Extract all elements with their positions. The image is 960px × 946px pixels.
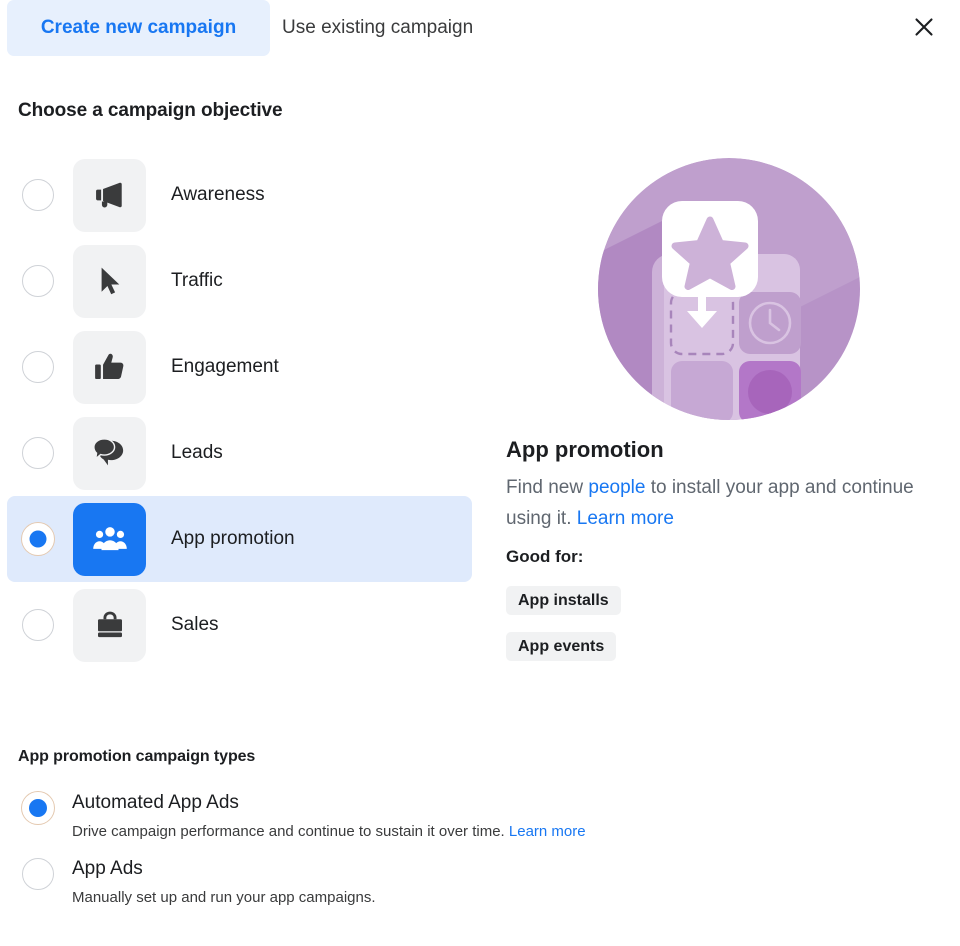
radio-app-ads[interactable] xyxy=(22,858,54,890)
radio-automated-app-ads[interactable] xyxy=(22,792,54,824)
icon-box-awareness xyxy=(73,158,146,232)
icon-box-sales xyxy=(73,588,146,662)
campaign-types-title: App promotion campaign types xyxy=(18,748,256,765)
good-for-tag-app-events: App events xyxy=(506,632,617,661)
tab-use-existing-campaign[interactable]: Use existing campaign xyxy=(282,0,532,56)
radio-traffic[interactable] xyxy=(22,265,54,297)
objective-row-traffic[interactable]: Traffic xyxy=(7,238,472,324)
campaign-type-texts-automated: Automated App Ads Drive campaign perform… xyxy=(72,790,586,842)
campaign-type-texts-app-ads: App Ads Manually set up and run your app… xyxy=(72,856,376,908)
campaign-types-list: Automated App Ads Drive campaign perform… xyxy=(0,790,800,922)
objective-label-app-promotion: App promotion xyxy=(171,528,295,549)
detail-description-part1: Find new xyxy=(506,477,589,498)
tab-create-new-campaign[interactable]: Create new campaign xyxy=(7,0,270,56)
learn-more-link[interactable]: Learn more xyxy=(577,508,674,529)
close-button[interactable] xyxy=(905,8,943,46)
objective-label-sales: Sales xyxy=(171,614,219,635)
campaign-type-desc-automated-text: Drive campaign performance and continue … xyxy=(72,823,509,840)
campaign-type-desc-automated: Drive campaign performance and continue … xyxy=(72,822,586,842)
objective-row-leads[interactable]: Leads xyxy=(7,410,472,496)
tab-create-new-campaign-label: Create new campaign xyxy=(40,17,237,38)
icon-box-traffic xyxy=(73,244,146,318)
objective-row-app-promotion[interactable]: App promotion xyxy=(7,496,472,582)
radio-leads[interactable] xyxy=(22,437,54,469)
page-title: Choose a campaign objective xyxy=(18,100,283,121)
objective-label-engagement: Engagement xyxy=(171,356,279,377)
detail-description: Find new people to install your app and … xyxy=(506,472,916,534)
good-for-tag-app-installs: App installs xyxy=(506,586,621,615)
icon-box-engagement xyxy=(73,330,146,404)
objective-label-leads: Leads xyxy=(171,442,223,463)
icon-box-app-promotion xyxy=(73,502,146,576)
campaign-objective-dialog: Create new campaign Use existing campaig… xyxy=(0,0,960,946)
shopping-bag-icon xyxy=(97,611,122,638)
objective-label-traffic: Traffic xyxy=(171,270,223,291)
detail-title: App promotion xyxy=(506,437,664,462)
objective-row-sales[interactable]: Sales xyxy=(7,582,472,668)
objective-label-awareness: Awareness xyxy=(171,184,265,205)
good-for-label: Good for: xyxy=(506,547,584,566)
cursor-icon xyxy=(101,267,119,295)
radio-engagement[interactable] xyxy=(22,351,54,383)
icon-box-leads xyxy=(73,416,146,490)
objective-row-engagement[interactable]: Engagement xyxy=(7,324,472,410)
campaign-type-learn-more-link[interactable]: Learn more xyxy=(509,823,586,840)
campaign-type-desc-app-ads-text: Manually set up and run your app campaig… xyxy=(72,889,376,906)
radio-awareness[interactable] xyxy=(22,179,54,211)
thumbs-up-icon xyxy=(94,353,123,380)
people-group-icon xyxy=(92,527,127,551)
campaign-type-label-automated-app-ads: Automated App Ads xyxy=(72,792,239,813)
radio-app-promotion[interactable] xyxy=(22,523,54,555)
objective-row-awareness[interactable]: Awareness xyxy=(7,152,472,238)
campaign-type-row-app-ads[interactable]: App Ads Manually set up and run your app… xyxy=(0,856,800,908)
campaign-type-row-automated-app-ads[interactable]: Automated App Ads Drive campaign perform… xyxy=(0,790,800,842)
campaign-type-desc-app-ads: Manually set up and run your app campaig… xyxy=(72,888,376,908)
people-link[interactable]: people xyxy=(588,477,645,498)
app-promotion-illustration xyxy=(598,158,860,420)
campaign-type-label-app-ads: App Ads xyxy=(72,858,143,879)
objective-option-list: Awareness Traffic Engagement Leads App p… xyxy=(0,152,480,668)
close-icon xyxy=(915,18,933,36)
chat-bubbles-icon xyxy=(92,438,123,466)
tab-use-existing-campaign-label: Use existing campaign xyxy=(282,17,474,38)
radio-sales[interactable] xyxy=(22,609,54,641)
tab-bar: Create new campaign Use existing campaig… xyxy=(0,0,960,56)
megaphone-icon xyxy=(95,182,122,208)
